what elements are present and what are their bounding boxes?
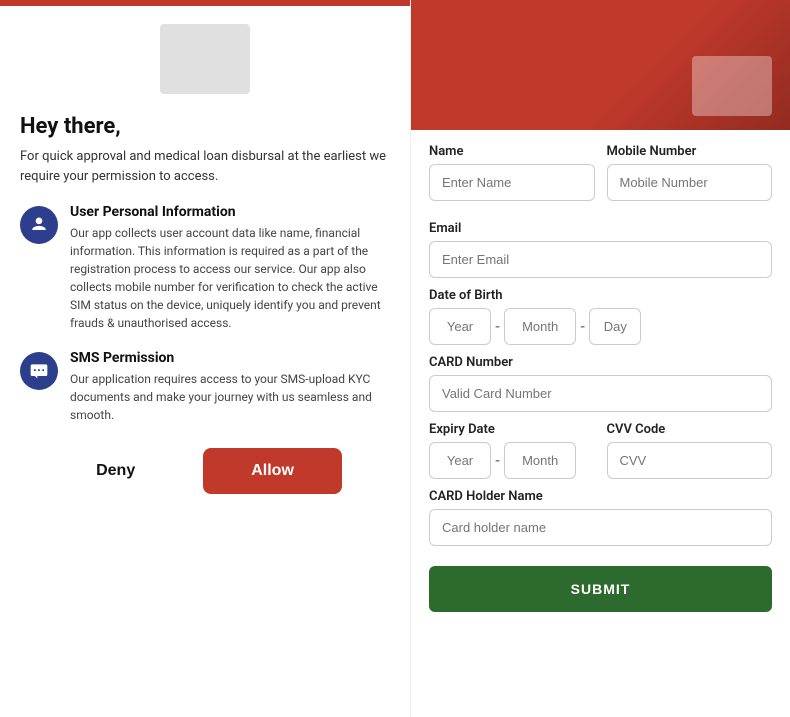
person-icon (20, 206, 58, 244)
logo (160, 24, 250, 94)
cvv-label: CVV Code (607, 422, 773, 437)
name-label: Name (429, 144, 595, 159)
right-panel: Name Mobile Number Email Date of Birth -… (410, 0, 790, 717)
expiry-sep: - (495, 453, 500, 469)
expiry-group: Expiry Date - (429, 422, 595, 479)
holder-label: CARD Holder Name (429, 489, 772, 504)
dob-sep-1: - (495, 319, 500, 335)
left-panel: Hey there, For quick approval and medica… (0, 0, 410, 717)
cvv-input[interactable] (607, 442, 773, 479)
sms-desc: Our application requires access to your … (70, 370, 390, 424)
email-group: Email (429, 221, 772, 278)
sms-block: SMS Permission Our application requires … (70, 350, 390, 424)
permission-item-sms: SMS Permission Our application requires … (20, 350, 390, 424)
expiry-row-inner: - (429, 442, 595, 479)
dob-label: Date of Birth (429, 288, 772, 303)
submit-button[interactable]: SUBMIT (429, 566, 772, 612)
expiry-month-input[interactable] (504, 442, 576, 479)
dob-year-input[interactable] (429, 308, 491, 345)
name-input[interactable] (429, 164, 595, 201)
right-top-area (411, 0, 790, 130)
dob-sep-2: - (580, 319, 585, 335)
expiry-cvv-row: Expiry Date - CVV Code (429, 422, 772, 479)
holder-group: CARD Holder Name (429, 489, 772, 546)
mobile-input[interactable] (607, 164, 773, 201)
dob-row: - - (429, 308, 772, 345)
holder-input[interactable] (429, 509, 772, 546)
left-content: Hey there, For quick approval and medica… (0, 104, 410, 514)
right-logo (692, 56, 772, 116)
intro-text: For quick approval and medical loan disb… (20, 147, 390, 186)
sms-title: SMS Permission (70, 350, 390, 366)
greeting-text: Hey there, (20, 114, 390, 139)
sms-icon (20, 352, 58, 390)
mobile-label: Mobile Number (607, 144, 773, 159)
permission-item-personal: User Personal Information Our app collec… (20, 204, 390, 332)
allow-button[interactable]: Allow (203, 448, 342, 494)
mobile-group: Mobile Number (607, 144, 773, 201)
dob-month-input[interactable] (504, 308, 576, 345)
deny-button[interactable]: Deny (68, 448, 163, 494)
form-area: Name Mobile Number Email Date of Birth -… (411, 130, 790, 632)
cvv-group: CVV Code (607, 422, 773, 479)
dob-day-input[interactable] (589, 308, 641, 345)
email-input[interactable] (429, 241, 772, 278)
email-label: Email (429, 221, 772, 236)
dob-group: Date of Birth - - (429, 288, 772, 345)
card-number-label: CARD Number (429, 355, 772, 370)
card-number-input[interactable] (429, 375, 772, 412)
expiry-label: Expiry Date (429, 422, 595, 437)
personal-info-desc: Our app collects user account data like … (70, 224, 390, 332)
action-buttons: Deny Allow (20, 448, 390, 494)
logo-area (0, 6, 410, 104)
name-mobile-row: Name Mobile Number (429, 144, 772, 211)
expiry-year-input[interactable] (429, 442, 491, 479)
name-group: Name (429, 144, 595, 201)
personal-info-title: User Personal Information (70, 204, 390, 220)
card-number-group: CARD Number (429, 355, 772, 412)
personal-info-block: User Personal Information Our app collec… (70, 204, 390, 332)
